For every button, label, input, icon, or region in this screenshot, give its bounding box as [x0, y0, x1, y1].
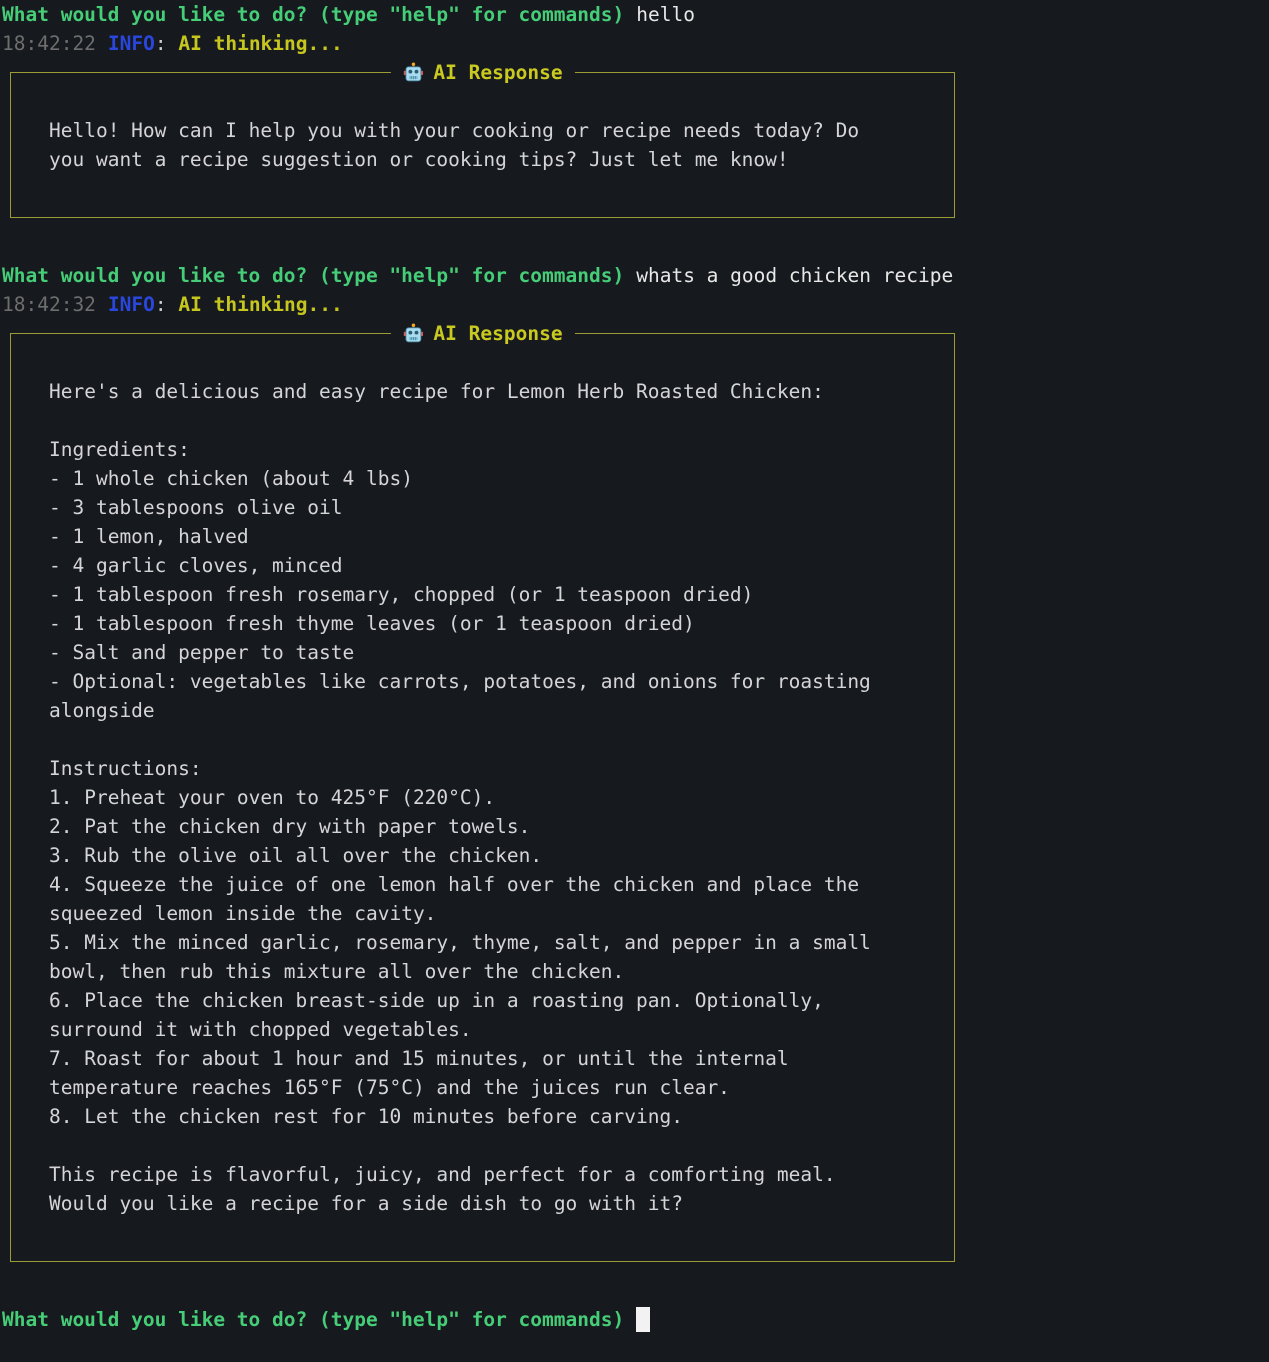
response-text-line: 8. Let the chicken rest for 10 minutes b…: [49, 1102, 916, 1131]
panel-body: Here's a delicious and easy recipe for L…: [49, 377, 916, 1218]
response-text-line: 4. Squeeze the juice of one lemon half o…: [49, 870, 916, 899]
log-message: AI thinking...: [178, 32, 342, 55]
terminal: What would you like to do? (type "help" …: [0, 0, 1269, 1334]
response-text-line: 3. Rub the olive oil all over the chicke…: [49, 841, 916, 870]
response-text-line: 2. Pat the chicken dry with paper towels…: [49, 812, 916, 841]
response-text-line: temperature reaches 165°F (75°C) and the…: [49, 1073, 916, 1102]
log-message: AI thinking...: [178, 293, 342, 316]
response-text-line: - 1 whole chicken (about 4 lbs): [49, 464, 916, 493]
robot-icon: [402, 62, 423, 83]
ai-response-panel: AI Response Hello! How can I help you wi…: [10, 72, 955, 218]
log-separator: :: [155, 32, 178, 55]
response-text-line: Instructions:: [49, 754, 916, 783]
response-text-line: - 4 garlic cloves, minced: [49, 551, 916, 580]
log-timestamp: 18:42:22: [2, 32, 96, 55]
response-text-line: 6. Place the chicken breast-side up in a…: [49, 986, 916, 1015]
prompt-label: What would you like to do? (type "help" …: [2, 3, 624, 26]
blank-line: [2, 232, 1269, 261]
prompt-line: What would you like to do? (type "help" …: [2, 261, 1269, 290]
response-text-line: alongside: [49, 696, 916, 725]
response-text-line: [49, 1131, 916, 1160]
response-text-line: - Salt and pepper to taste: [49, 638, 916, 667]
log-separator: :: [155, 293, 178, 316]
panel-title: AI Response: [390, 319, 574, 348]
panel-title-label: AI Response: [433, 58, 562, 87]
prompt-label: What would you like to do? (type "help" …: [2, 1308, 624, 1331]
response-text-line: - 3 tablespoons olive oil: [49, 493, 916, 522]
text-cursor[interactable]: [636, 1307, 650, 1332]
response-text-line: - Optional: vegetables like carrots, pot…: [49, 667, 916, 696]
response-text-line: 5. Mix the minced garlic, rosemary, thym…: [49, 928, 916, 957]
response-text-line: This recipe is flavorful, juicy, and per…: [49, 1160, 916, 1189]
active-prompt-line[interactable]: What would you like to do? (type "help" …: [2, 1305, 1269, 1334]
response-text-line: [49, 725, 916, 754]
prompt-line: What would you like to do? (type "help" …: [2, 0, 1269, 29]
ai-response-panel: AI Response Here's a delicious and easy …: [10, 333, 955, 1262]
robot-icon: [402, 323, 423, 344]
response-text-line: - 1 tablespoon fresh thyme leaves (or 1 …: [49, 609, 916, 638]
panel-title-label: AI Response: [433, 319, 562, 348]
response-text-line: - 1 tablespoon fresh rosemary, chopped (…: [49, 580, 916, 609]
log-level: INFO: [108, 293, 155, 316]
panel-body: Hello! How can I help you with your cook…: [49, 116, 916, 174]
response-text-line: - 1 lemon, halved: [49, 522, 916, 551]
panel-title: AI Response: [390, 58, 574, 87]
response-text-line: Would you like a recipe for a side dish …: [49, 1189, 916, 1218]
response-text-line: squeezed lemon inside the cavity.: [49, 899, 916, 928]
prompt-label: What would you like to do? (type "help" …: [2, 264, 624, 287]
log-line: 18:42:22 INFO: AI thinking...: [2, 29, 1269, 58]
user-input: hello: [636, 3, 695, 26]
response-text-line: Here's a delicious and easy recipe for L…: [49, 377, 916, 406]
response-text-line: [49, 406, 916, 435]
log-timestamp: 18:42:32: [2, 293, 96, 316]
blank-line: [2, 1276, 1269, 1305]
response-text-line: 1. Preheat your oven to 425°F (220°C).: [49, 783, 916, 812]
user-input: whats a good chicken recipe: [636, 264, 953, 287]
log-line: 18:42:32 INFO: AI thinking...: [2, 290, 1269, 319]
response-text-line: 7. Roast for about 1 hour and 15 minutes…: [49, 1044, 916, 1073]
log-level: INFO: [108, 32, 155, 55]
response-text-line: bowl, then rub this mixture all over the…: [49, 957, 916, 986]
response-text-line: you want a recipe suggestion or cooking …: [49, 145, 916, 174]
response-text-line: surround it with chopped vegetables.: [49, 1015, 916, 1044]
response-text-line: Ingredients:: [49, 435, 916, 464]
response-text-line: Hello! How can I help you with your cook…: [49, 116, 916, 145]
